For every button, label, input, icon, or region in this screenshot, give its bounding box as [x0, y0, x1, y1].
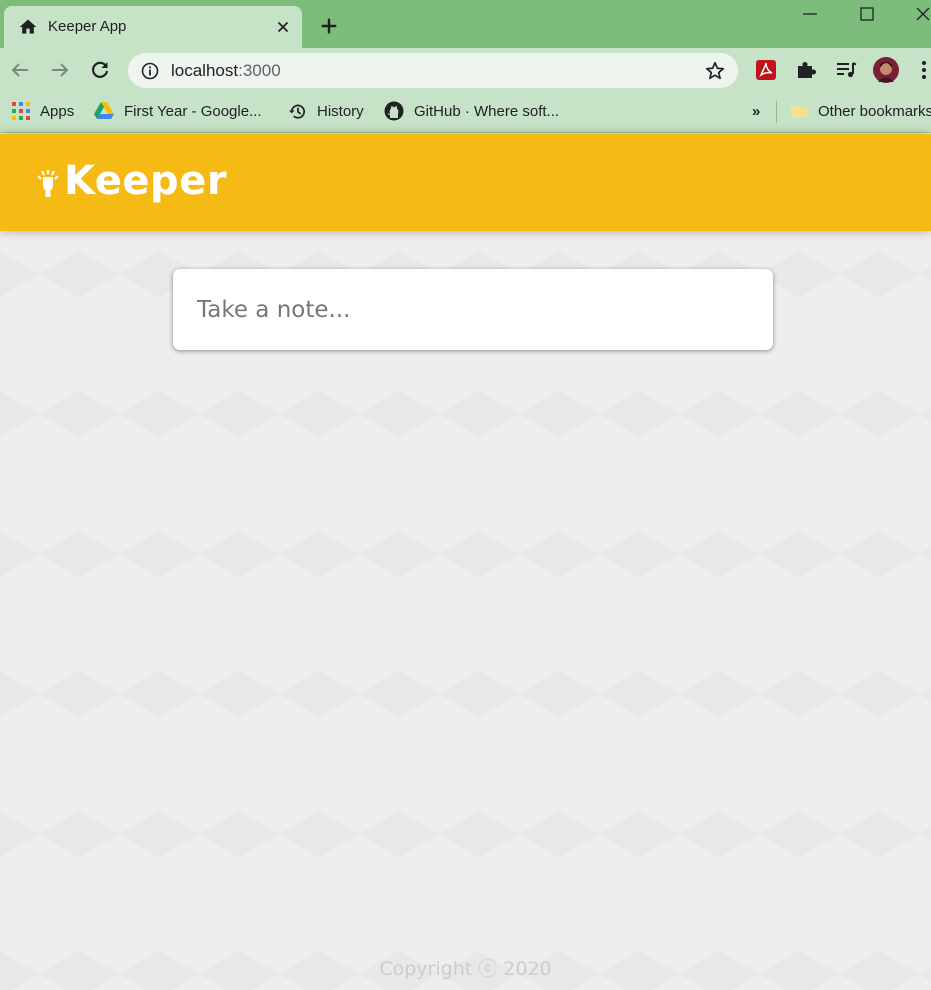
- folder-icon: [791, 105, 807, 118]
- new-tab-icon[interactable]: [318, 15, 340, 37]
- bookmarks-divider: [776, 101, 777, 123]
- close-tab-icon[interactable]: [274, 18, 292, 36]
- apps-grid-icon: [12, 102, 30, 120]
- github-icon: [384, 101, 404, 121]
- extensions-puzzle-icon[interactable]: [794, 58, 818, 82]
- close-window-icon[interactable]: [913, 4, 931, 24]
- bookmarks-bar: Apps First Year - Google... History GitH…: [0, 93, 931, 133]
- lightbulb-icon: [37, 170, 59, 197]
- create-note-form: [173, 269, 773, 350]
- footer-copyright: Copyright ⓒ 2020: [379, 958, 552, 980]
- app-header: Keeper: [0, 134, 931, 231]
- back-arrow-icon[interactable]: [8, 58, 32, 82]
- bookmarks-overflow-button[interactable]: »: [752, 93, 760, 129]
- bookmark-label: History: [317, 102, 364, 120]
- tab-title: Keeper App: [48, 18, 127, 35]
- site-info-icon[interactable]: [140, 61, 160, 81]
- minimize-icon[interactable]: [800, 4, 820, 24]
- app-page: Keeper Copyright ⓒ 2020: [0, 134, 931, 990]
- avatar[interactable]: [872, 56, 900, 84]
- bookmark-star-icon[interactable]: [704, 60, 726, 82]
- media-queue-icon[interactable]: [834, 58, 858, 82]
- bookmark-apps[interactable]: Apps: [12, 93, 74, 129]
- app-logo-title: Keeper: [64, 158, 228, 204]
- browser-titlebar: Keeper App: [0, 0, 931, 48]
- browser-toolbar: localhost:3000: [0, 48, 931, 93]
- url-text[interactable]: localhost:3000: [171, 61, 281, 81]
- home-icon: [19, 19, 37, 34]
- maximize-icon[interactable]: [857, 4, 877, 24]
- menu-kebab-icon[interactable]: [914, 58, 930, 82]
- bookmark-label: GitHub · Where soft...: [414, 102, 560, 120]
- bookmark-history[interactable]: History: [288, 93, 364, 129]
- forward-arrow-icon[interactable]: [48, 58, 72, 82]
- history-icon: [288, 104, 305, 119]
- reload-icon[interactable]: [88, 58, 112, 82]
- note-content-input[interactable]: [173, 269, 773, 350]
- other-bookmarks-label: Other bookmarks: [818, 102, 931, 120]
- address-bar[interactable]: localhost:3000: [128, 53, 738, 88]
- bookmark-github[interactable]: GitHub · Where soft...: [384, 93, 559, 129]
- other-bookmarks[interactable]: Other bookmarks: [790, 93, 931, 129]
- pdf-extension-icon[interactable]: [754, 58, 778, 82]
- bookmark-label: First Year - Google...: [124, 102, 262, 120]
- overflow-chevron-icon: »: [752, 102, 761, 120]
- browser-tab[interactable]: Keeper App: [4, 6, 302, 48]
- google-drive-icon: [94, 102, 114, 119]
- bookmark-label: Apps: [40, 102, 75, 120]
- bookmark-first-year[interactable]: First Year - Google...: [94, 93, 262, 129]
